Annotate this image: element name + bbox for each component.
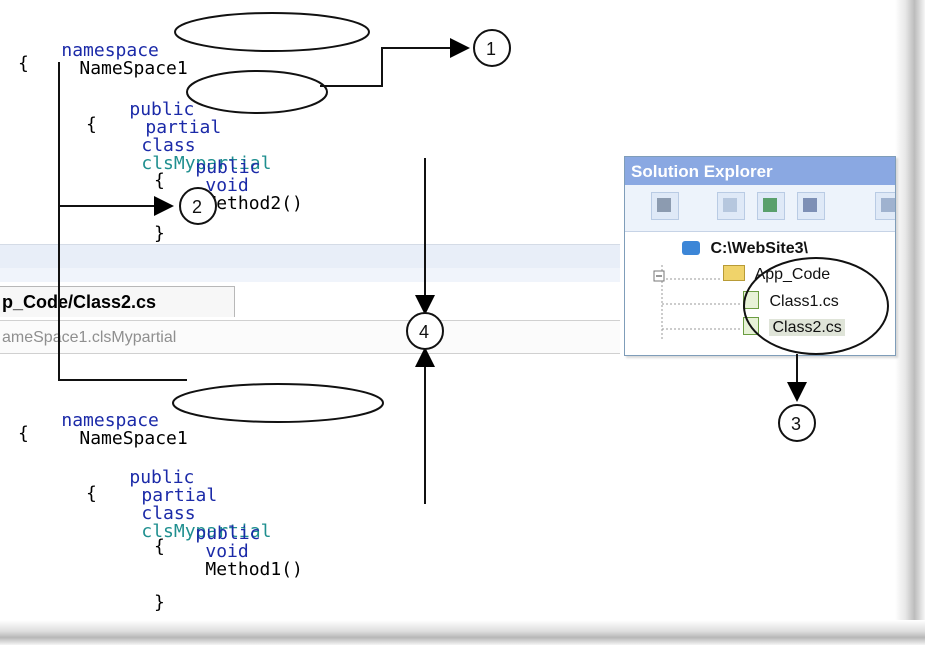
annotation-label-2: 2 <box>192 197 202 217</box>
namespace-connector <box>58 62 187 381</box>
annotation-label-3: 3 <box>791 414 801 434</box>
screenshot-frame: namespace NameSpace1 { public partial cl… <box>0 0 925 645</box>
annotation-label-1: 1 <box>486 39 496 59</box>
partial-connector <box>320 38 470 87</box>
annotation-label-4: 4 <box>419 322 429 342</box>
partial-oval <box>186 70 328 114</box>
annotation-overlay: 1 2 3 4 <box>58 12 889 504</box>
namespace-top-oval <box>174 12 370 52</box>
files-oval <box>743 257 889 355</box>
namespace-bottom-oval <box>172 383 384 423</box>
